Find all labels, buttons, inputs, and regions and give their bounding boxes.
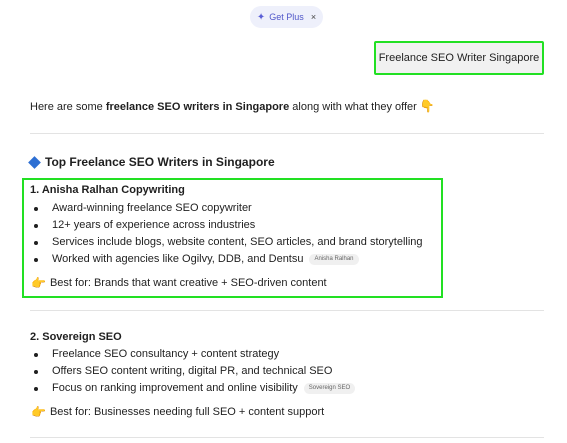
intro-bold: freelance SEO writers in Singapore (105, 101, 290, 113)
source-chip[interactable]: Anisha Ralhan (309, 254, 359, 265)
list-item: Offers SEO content writing, digital PR, … (30, 363, 355, 380)
list-item: Freelance SEO consultancy + content stra… (30, 346, 355, 363)
divider (30, 310, 544, 311)
user-message-text: Freelance SEO Writer Singapore (378, 52, 540, 64)
best-for-line: 👉 Best for: Businesses needing full SEO … (31, 405, 324, 419)
best-for-text: Best for: Businesses needing full SEO + … (49, 406, 325, 418)
blue-diamond-icon (28, 155, 41, 169)
pointing-hand-icon: 👉 (31, 405, 46, 419)
intro-text: Here are some freelance SEO writers in S… (30, 99, 435, 113)
source-chip[interactable]: Sovereign SEO (303, 383, 356, 394)
intro-pre: Here are some (30, 101, 106, 113)
writer-features-list: Freelance SEO consultancy + content stra… (30, 346, 356, 397)
writer-title: 1. Anisha Ralhan Copywriting (30, 184, 185, 196)
divider (30, 437, 544, 438)
section-heading: Top Freelance SEO Writers in Singapore (28, 155, 275, 169)
intro-post: along with what they offer (289, 101, 420, 113)
sparkle-icon: ✦ (256, 11, 266, 23)
list-item: Award-winning freelance SEO copywriter (30, 200, 423, 217)
user-message-bubble: Freelance SEO Writer Singapore (374, 41, 544, 75)
writer-features-list: Award-winning freelance SEO copywriter 1… (30, 200, 423, 268)
section-title-text: Top Freelance SEO Writers in Singapore (45, 155, 275, 169)
pointing-down-icon: 👇 (419, 99, 435, 113)
get-plus-button[interactable]: ✦ Get Plus × (250, 6, 323, 28)
best-for-line: 👉 Best for: Brands that want creative + … (31, 276, 327, 290)
pointing-hand-icon: 👉 (31, 276, 46, 290)
list-item: Services include blogs, website content,… (30, 234, 423, 251)
writer-title: 2. Sovereign SEO (30, 331, 122, 343)
close-icon[interactable]: × (311, 12, 316, 22)
best-for-text: Best for: Brands that want creative + SE… (49, 277, 327, 289)
list-item: Focus on ranking improvement and online … (30, 380, 356, 397)
list-item: Worked with agencies like Ogilvy, DDB, a… (30, 251, 423, 268)
get-plus-label: Get Plus (269, 12, 304, 22)
divider (30, 133, 544, 134)
list-item: 12+ years of experience across industrie… (30, 217, 423, 234)
